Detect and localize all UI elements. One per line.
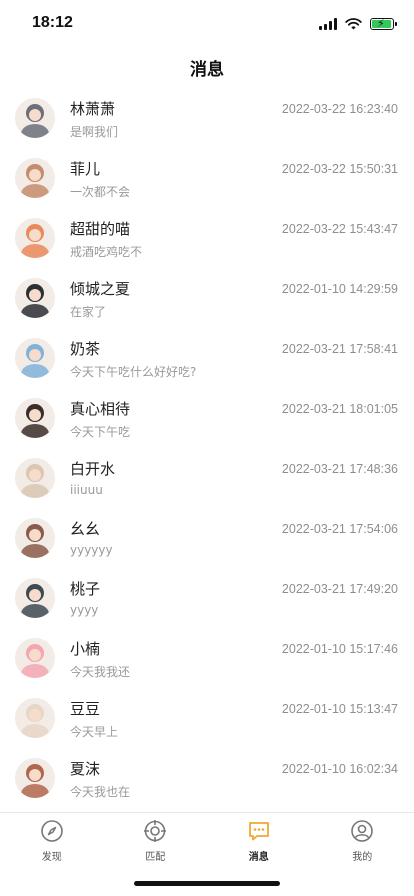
message-preview: 今天下午吃 [70,425,131,439]
conversation-row[interactable]: 菲儿一次都不会 2022-03-22 15:50:31 [0,150,414,210]
contact-name: 奶茶 [70,340,101,358]
contact-name: 林萧萧 [70,100,116,118]
avatar[interactable] [15,458,55,498]
avatar[interactable] [15,518,55,558]
contact-name: 白开水 [70,460,116,478]
tab-label: 匹配 [145,852,166,863]
message-preview: 在家了 [70,305,107,319]
contact-name: 超甜的喵 [70,220,131,238]
message-preview: 是啊我们 [70,125,119,139]
home-indicator[interactable] [134,881,280,886]
contact-name: 幺幺 [70,520,101,538]
wifi-icon [345,18,362,30]
tab-label: 发现 [41,852,62,863]
status-icons: ⚡ [319,16,397,32]
message-timestamp: 2022-03-21 17:54:06 [281,522,398,536]
conversation-row[interactable]: 白开水 iiiuuu 2022-03-21 17:48:36 [0,450,414,510]
tab-match[interactable]: 匹配 [104,813,208,868]
tab-messages[interactable]: 消息 [207,813,311,868]
tab-discover[interactable]: 发现 [0,813,104,868]
conversation-row[interactable]: 真心相待今天下午吃 2022-03-21 18:01:05 [0,390,414,450]
message-list: 林萧萧是啊我们 2022-03-22 16:23:40 菲儿一次都不会 2022-03… [0,90,414,810]
page-title: 消息 [190,60,224,80]
avatar[interactable] [15,278,55,318]
contact-name: 小楠 [70,640,101,658]
conversation-row[interactable]: 小楠今天我我还 2022-01-10 15:17:46 [0,630,414,690]
conversation-row[interactable]: 奶茶今天下午吃什么好好吃? 2022-03-21 17:58:41 [0,330,414,390]
messages-screen: 18:12 ⚡ 消息 林萧萧是啊我们 2022-03-22 16:23:40 菲儿一… [0,0,414,896]
tab-label: 消息 [248,852,269,863]
message-timestamp: 2022-03-21 17:49:20 [281,582,398,596]
status-time: 18:12 [32,14,73,31]
tab-label: 我的 [352,852,373,863]
compass-icon [0,819,104,843]
conversation-row[interactable]: 林萧萧是啊我们 2022-03-22 16:23:40 [0,90,414,150]
message-timestamp: 2022-03-22 16:23:40 [281,102,398,116]
bottom-tab-bar: 发现 匹配 消息 我的 [0,812,414,868]
avatar[interactable] [15,578,55,618]
conversation-row[interactable]: 桃子 yyyy 2022-03-21 17:49:20 [0,570,414,630]
contact-name: 菲儿 [70,160,101,178]
page-header: 消息 [0,52,414,88]
message-preview: iiiuuu [70,483,103,497]
message-preview: 今天我我还 [70,665,131,679]
avatar[interactable] [15,698,55,738]
conversation-row[interactable]: 幺幺 yyyyyy 2022-03-21 17:54:06 [0,510,414,570]
avatar[interactable] [15,758,55,798]
avatar[interactable] [15,398,55,438]
battery-icon: ⚡ [370,17,397,30]
message-timestamp: 2022-01-10 15:17:46 [281,642,398,656]
message-preview: 戒酒吃鸡吃不 [70,245,143,259]
contact-name: 夏沫 [70,760,101,778]
message-icon [207,819,311,843]
message-timestamp: 2022-01-10 16:02:34 [281,762,398,776]
avatar[interactable] [15,98,55,138]
avatar[interactable] [15,338,55,378]
cellular-signal-icon [319,18,337,30]
contact-name: 豆豆 [70,700,101,718]
conversation-row[interactable]: 夏沫今天我也在 2022-01-10 16:02:34 [0,750,414,810]
message-preview: 今天下午吃什么好好吃? [70,365,197,379]
message-timestamp: 2022-03-22 15:50:31 [281,162,398,176]
avatar[interactable] [15,158,55,198]
tab-profile[interactable]: 我的 [311,813,414,868]
message-timestamp: 2022-03-21 17:48:36 [281,462,398,476]
profile-icon [311,819,414,843]
message-preview: 一次都不会 [70,185,131,199]
conversation-row[interactable]: 豆豆今天早上 2022-01-10 15:13:47 [0,690,414,750]
message-timestamp: 2022-01-10 14:29:59 [281,282,398,296]
avatar[interactable] [15,218,55,258]
message-preview: 今天早上 [70,725,119,739]
charging-bolt-icon: ⚡ [377,17,385,30]
status-bar: 18:12 ⚡ [0,0,414,48]
contact-name: 桃子 [70,580,101,598]
message-timestamp: 2022-03-21 18:01:05 [281,402,398,416]
avatar[interactable] [15,638,55,678]
message-preview: yyyyyy [70,543,113,557]
message-preview: 今天我也在 [70,785,131,799]
message-timestamp: 2022-03-22 15:43:47 [281,222,398,236]
conversation-row[interactable]: 超甜的喵戒酒吃鸡吃不 2022-03-22 15:43:47 [0,210,414,270]
target-icon [104,819,208,843]
message-timestamp: 2022-01-10 15:13:47 [281,702,398,716]
message-preview: yyyy [70,603,99,617]
contact-name: 真心相待 [70,400,131,418]
message-timestamp: 2022-03-21 17:58:41 [281,342,398,356]
contact-name: 倾城之夏 [70,280,131,298]
conversation-row[interactable]: 倾城之夏在家了 2022-01-10 14:29:59 [0,270,414,330]
